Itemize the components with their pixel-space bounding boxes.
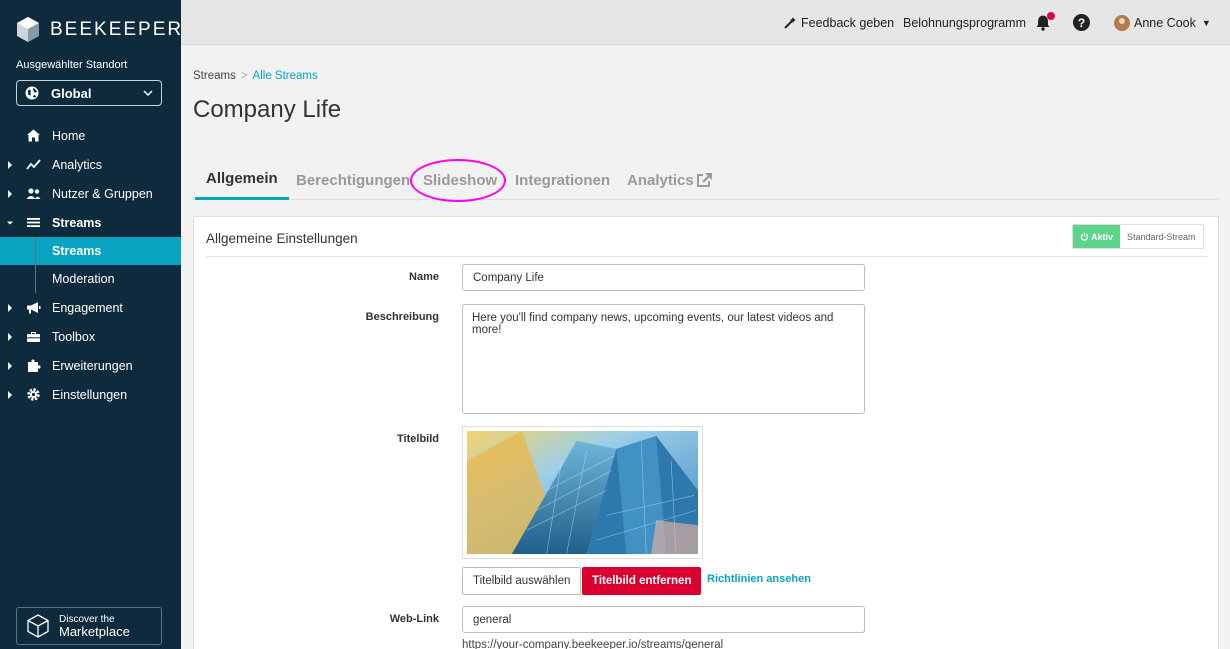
chevron-down-icon [143, 90, 153, 97]
breadcrumb-separator: > [240, 70, 248, 82]
caret-down-icon [7, 221, 13, 225]
sidebar-nav: Home Analytics Nutzer & Gruppen Streams … [0, 121, 181, 409]
stream-status-toggle[interactable]: Aktiv Standard-Stream [1072, 224, 1204, 249]
analytics-icon [26, 159, 41, 170]
sidebar-item-label: Home [52, 128, 86, 143]
marketplace-text: Discover the Marketplace [59, 614, 130, 639]
page-title: Company Life [193, 96, 342, 123]
card-title: Allgemeine Einstellungen [206, 231, 358, 246]
streams-icon [27, 218, 40, 227]
marketplace-line1: Discover the [59, 613, 115, 625]
sidebar-item-home[interactable]: Home [0, 121, 181, 150]
reward-program-link[interactable]: Belohnungsprogramm [903, 0, 1026, 45]
guidelines-link[interactable]: Richtlinien ansehen [707, 573, 811, 585]
submenu-line [35, 237, 36, 293]
sidebar-item-engagement[interactable]: Engagement [0, 293, 181, 322]
sidebar-item-label: Analytics [52, 157, 103, 172]
sidebar-item-users[interactable]: Nutzer & Gruppen [0, 179, 181, 208]
breadcrumb-current[interactable]: Alle Streams [253, 70, 318, 82]
caret-right-icon [8, 391, 12, 399]
sidebar-item-toolbox[interactable]: Toolbox [0, 322, 181, 351]
beekeeper-logo-icon [17, 17, 39, 42]
sidebar-item-settings[interactable]: Einstellungen [0, 380, 181, 409]
tab-integrations[interactable]: Integrationen [515, 160, 610, 200]
sidebar-item-label: Einstellungen [52, 387, 128, 402]
megaphone-icon [27, 302, 41, 314]
feedback-link[interactable]: Feedback geben [784, 0, 894, 45]
caret-right-icon [8, 333, 12, 341]
magic-wand-icon [784, 17, 796, 29]
help-button[interactable]: ? [1073, 0, 1090, 45]
user-menu[interactable]: Anne Cook ▼ [1114, 0, 1211, 45]
users-icon [26, 188, 41, 199]
marketplace-cube-icon [27, 614, 49, 638]
caret-right-icon [8, 190, 12, 198]
toggle-default-stream[interactable]: Standard-Stream [1120, 225, 1203, 248]
description-label: Beschreibung [365, 311, 439, 323]
location-label: Ausgewählter Standort [16, 59, 128, 71]
brand-name: BEEKEEPER [50, 18, 184, 40]
caret-right-icon [8, 304, 12, 312]
choose-cover-button[interactable]: Titelbild auswählen [462, 567, 582, 595]
caret-right-icon [8, 161, 12, 169]
general-settings-card: Allgemeine Einstellungen Aktiv Standard-… [193, 216, 1219, 649]
home-icon [27, 129, 40, 142]
user-name: Anne Cook [1134, 15, 1196, 30]
weblink-url: https://your-company.beekeeper.io/stream… [462, 639, 724, 649]
sidebar-item-label: Toolbox [52, 329, 96, 344]
tab-analytics-label: Analytics [627, 171, 694, 189]
tab-analytics[interactable]: Analytics [627, 160, 713, 200]
cover-image-skyscraper [467, 431, 698, 555]
weblink-input[interactable]: general [462, 606, 865, 633]
tab-general[interactable]: Allgemein [195, 160, 289, 200]
remove-cover-button[interactable]: Titelbild entfernen [582, 567, 702, 595]
sidebar-subitem-streams[interactable]: Streams [0, 237, 181, 265]
tab-bar: Allgemein Berechtigungen Slideshow Integ… [193, 160, 1219, 200]
brand[interactable]: BEEKEEPER [16, 16, 183, 43]
avatar [1114, 14, 1130, 31]
breadcrumb-root[interactable]: Streams [193, 70, 236, 82]
toolbox-icon [27, 332, 40, 342]
notifications-button[interactable] [1035, 0, 1055, 45]
sidebar-item-label: Nutzer & Gruppen [52, 186, 153, 201]
sidebar-item-analytics[interactable]: Analytics [0, 150, 181, 179]
slideshow-highlight-ellipse [410, 159, 506, 202]
tab-permissions[interactable]: Berechtigungen [296, 160, 410, 200]
sidebar: BEEKEEPER Ausgewählter Standort Global H… [0, 0, 181, 649]
location-select[interactable]: Global [16, 80, 162, 106]
location-value: Global [51, 85, 92, 101]
gear-icon [27, 388, 40, 401]
caret-down-icon: ▼ [1201, 17, 1211, 28]
toggle-active[interactable]: Aktiv [1073, 225, 1121, 248]
power-icon [1080, 232, 1089, 241]
help-icon: ? [1073, 14, 1090, 31]
divider [206, 256, 1208, 257]
sidebar-item-label: Erweiterungen [52, 358, 133, 373]
cover-image-label: Titelbild [397, 433, 439, 445]
sidebar-item-extensions[interactable]: Erweiterungen [0, 351, 181, 380]
top-bar: Feedback geben Belohnungsprogramm ? Anne… [181, 0, 1230, 45]
globe-icon [25, 86, 39, 100]
streams-submenu: Streams Moderation [0, 237, 181, 293]
cover-image-frame [462, 426, 703, 559]
caret-right-icon [8, 362, 12, 370]
notification-badge [1047, 12, 1055, 20]
sidebar-subitem-moderation[interactable]: Moderation [0, 265, 181, 293]
sidebar-item-streams[interactable]: Streams [0, 208, 181, 237]
external-link-icon [696, 173, 712, 187]
puzzle-icon [28, 359, 41, 372]
breadcrumb: Streams > Alle Streams [193, 70, 318, 82]
marketplace-line2: Marketplace [59, 623, 130, 639]
marketplace-button[interactable]: Discover the Marketplace [16, 607, 162, 645]
name-input[interactable]: Company Life [462, 264, 865, 291]
feedback-label: Feedback geben [801, 15, 895, 30]
weblink-label: Web-Link [389, 613, 439, 625]
toggle-active-label: Aktiv [1091, 231, 1114, 242]
sidebar-item-label: Engagement [52, 300, 123, 315]
sidebar-item-label: Streams [52, 215, 102, 230]
description-textarea[interactable]: Here you'll find company news, upcoming … [462, 304, 865, 414]
name-label: Name [409, 271, 439, 283]
